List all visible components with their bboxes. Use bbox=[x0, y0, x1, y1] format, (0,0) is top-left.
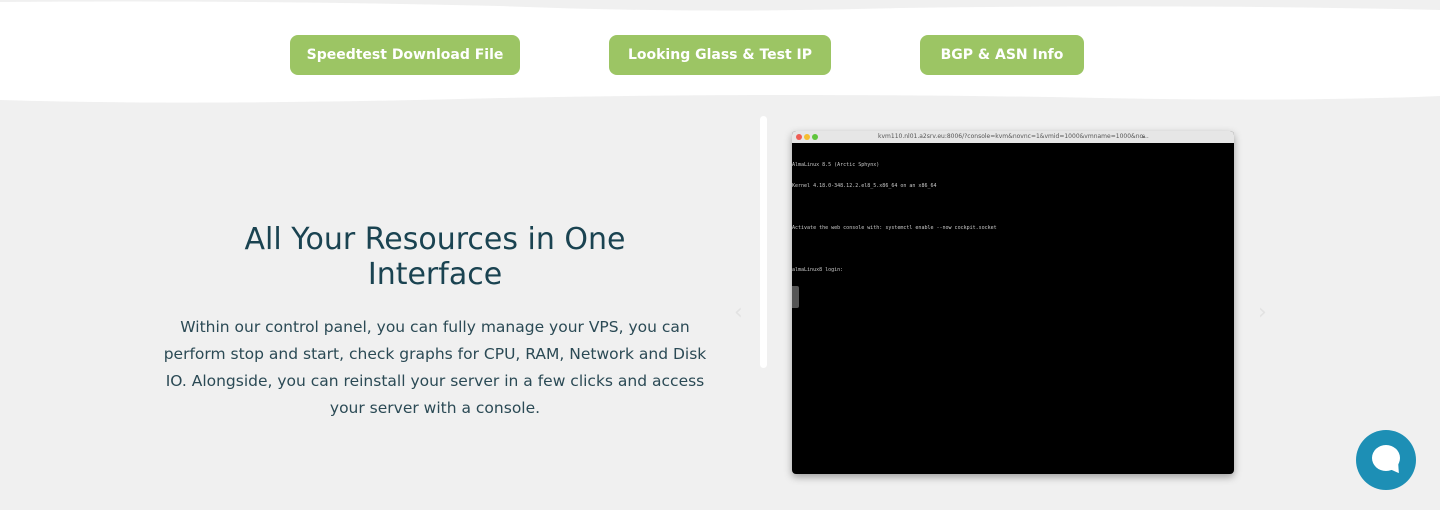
console-line: Kernel 4.18.0-348.12.2.el8_5.x86_64 on a… bbox=[792, 183, 937, 189]
console-line: AlmaLinux 8.5 (Arctic Sphynx) bbox=[792, 162, 880, 168]
console-line: Activate the web console with: systemctl… bbox=[792, 225, 997, 231]
content-divider bbox=[760, 116, 767, 368]
feature-description: Within our control panel, you can fully … bbox=[163, 318, 707, 417]
novnc-sidebar-handle bbox=[792, 286, 799, 308]
top-wave-decoration bbox=[0, 0, 1440, 11]
chat-button[interactable] bbox=[1356, 430, 1416, 490]
lock-icon: 🔒︎ bbox=[1142, 133, 1146, 140]
bgp-asn-info-button[interactable]: BGP & ASN Info bbox=[920, 35, 1084, 75]
bottom-wave-decoration bbox=[0, 95, 1440, 114]
speedtest-download-button[interactable]: Speedtest Download File bbox=[290, 35, 520, 75]
console-screenshot: kvm110.nl01.a2srv.eu:8006/?console=kvm&n… bbox=[792, 131, 1234, 474]
chevron-left-icon[interactable]: ‹ bbox=[734, 300, 743, 325]
console-output: AlmaLinux 8.5 (Arctic Sphynx) Kernel 4.1… bbox=[792, 148, 1232, 288]
minimize-dot-icon bbox=[804, 134, 810, 140]
looking-glass-button[interactable]: Looking Glass & Test IP bbox=[609, 35, 831, 75]
feature-title: All Your Resources in One Interface bbox=[244, 222, 626, 292]
browser-url: kvm110.nl01.a2srv.eu:8006/?console=kvm&n… bbox=[878, 133, 1149, 140]
close-dot-icon bbox=[796, 134, 802, 140]
browser-titlebar: kvm110.nl01.a2srv.eu:8006/?console=kvm&n… bbox=[792, 131, 1234, 143]
chevron-right-icon[interactable]: › bbox=[1258, 300, 1267, 325]
console-line: almaLinux8 login: bbox=[792, 267, 844, 273]
maximize-dot-icon bbox=[812, 134, 818, 140]
